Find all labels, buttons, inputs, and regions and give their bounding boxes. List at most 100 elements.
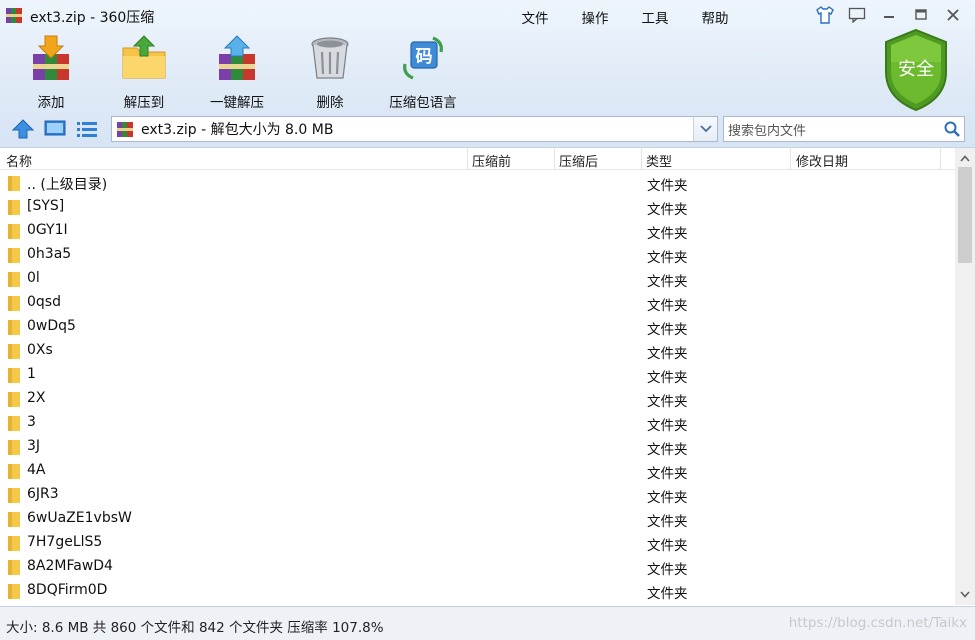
folder-icon bbox=[8, 440, 20, 455]
list-item[interactable]: .. (上级目录) 文件夹 bbox=[0, 171, 955, 195]
list-item[interactable]: 0qsd 文件夹 bbox=[0, 291, 955, 315]
monitor-view-icon bbox=[44, 120, 66, 136]
chevron-down-icon bbox=[960, 591, 970, 598]
list-view-icon bbox=[77, 122, 97, 137]
menu-help[interactable]: 帮助 bbox=[685, 7, 745, 27]
chevron-down-icon bbox=[699, 125, 712, 133]
add-archive-icon bbox=[33, 35, 69, 80]
menu-file[interactable]: 文件 bbox=[505, 7, 565, 27]
list-item[interactable]: 8DQFirm0D 文件夹 bbox=[0, 579, 955, 603]
skin-button[interactable] bbox=[811, 4, 839, 26]
file-name: 0l bbox=[27, 270, 40, 286]
file-type: 文件夹 bbox=[647, 562, 688, 578]
file-name: 3 bbox=[27, 414, 36, 430]
one-click-extract-button[interactable]: 一键解压 bbox=[192, 34, 282, 111]
folder-icon bbox=[8, 320, 20, 335]
file-type: 文件夹 bbox=[647, 442, 688, 458]
column-divider[interactable] bbox=[790, 148, 791, 170]
list-item[interactable]: 2X 文件夹 bbox=[0, 387, 955, 411]
file-name: 1 bbox=[27, 366, 36, 382]
window-title: ext3.zip - 360压缩 bbox=[30, 10, 155, 26]
thumbnail-view-button[interactable] bbox=[42, 118, 68, 140]
close-icon bbox=[947, 9, 959, 21]
minimize-button[interactable] bbox=[875, 4, 903, 26]
list-item[interactable]: 6wUaZE1vbsW 文件夹 bbox=[0, 507, 955, 531]
folder-icon bbox=[8, 584, 20, 599]
folder-icon bbox=[8, 224, 20, 239]
file-type: 文件夹 bbox=[647, 202, 688, 218]
column-divider[interactable] bbox=[467, 148, 468, 170]
list-item[interactable]: 3 文件夹 bbox=[0, 411, 955, 435]
list-view-button[interactable] bbox=[74, 118, 100, 140]
list-item[interactable]: 3J 文件夹 bbox=[0, 435, 955, 459]
file-name: 8A2MFawD4 bbox=[27, 558, 113, 574]
column-divider[interactable] bbox=[554, 148, 555, 170]
list-item[interactable]: 7H7geLlS5 文件夹 bbox=[0, 531, 955, 555]
search-input[interactable]: 搜索包内文件 bbox=[723, 116, 965, 142]
file-type: 文件夹 bbox=[647, 490, 688, 506]
scroll-up-button[interactable] bbox=[955, 150, 975, 167]
watermark-text: https://blog.csdn.net/Taikx bbox=[788, 615, 967, 631]
file-name: [SYS] bbox=[27, 198, 65, 214]
security-shield-icon[interactable]: 安全 bbox=[882, 28, 950, 112]
file-name: 0wDq5 bbox=[27, 318, 76, 334]
menu-tools[interactable]: 工具 bbox=[625, 7, 685, 27]
list-item[interactable]: [SYS] 文件夹 bbox=[0, 195, 955, 219]
archive-language-button[interactable]: 码 压缩包语言 bbox=[378, 34, 468, 111]
delete-label: 删除 bbox=[316, 95, 344, 111]
file-type: 文件夹 bbox=[647, 466, 688, 482]
folder-icon bbox=[8, 368, 20, 383]
add-button[interactable]: 添加 bbox=[6, 34, 96, 111]
file-name: 4A bbox=[27, 462, 46, 478]
list-item[interactable]: 0h3a5 文件夹 bbox=[0, 243, 955, 267]
column-name[interactable]: 名称 bbox=[6, 151, 32, 170]
title-bar: ext3.zip - 360压缩 文件 操作 工具 帮助 bbox=[0, 0, 975, 30]
list-item[interactable]: 0l 文件夹 bbox=[0, 267, 955, 291]
file-type: 文件夹 bbox=[647, 178, 688, 194]
list-item[interactable]: 0GY1I 文件夹 bbox=[0, 219, 955, 243]
close-button[interactable] bbox=[939, 4, 967, 26]
file-type: 文件夹 bbox=[647, 586, 688, 602]
file-name: 0GY1I bbox=[27, 222, 68, 238]
arrow-up-icon bbox=[12, 119, 34, 139]
search-icon[interactable] bbox=[943, 120, 961, 138]
menu-operate[interactable]: 操作 bbox=[565, 7, 625, 27]
trash-icon bbox=[311, 37, 349, 79]
file-name: 7H7geLlS5 bbox=[27, 534, 103, 550]
up-level-button[interactable] bbox=[10, 118, 36, 140]
folder-icon bbox=[8, 488, 20, 503]
status-bar: 大小: 8.6 MB 共 860 个文件和 842 个文件夹 压缩率 107.8… bbox=[0, 606, 975, 640]
list-item[interactable]: 0wDq5 文件夹 bbox=[0, 315, 955, 339]
file-name: 3J bbox=[27, 438, 41, 454]
feedback-button[interactable] bbox=[843, 4, 871, 26]
column-divider[interactable] bbox=[940, 148, 941, 170]
file-type: 文件夹 bbox=[647, 226, 688, 242]
column-size-before[interactable]: 压缩前 bbox=[472, 151, 511, 170]
file-type: 文件夹 bbox=[647, 394, 688, 410]
list-item[interactable]: 0Xs 文件夹 bbox=[0, 339, 955, 363]
list-item[interactable]: 8A2MFawD4 文件夹 bbox=[0, 555, 955, 579]
list-item[interactable]: 4A 文件夹 bbox=[0, 459, 955, 483]
folder-icon bbox=[8, 272, 20, 287]
path-bar[interactable]: ext3.zip - 解包大小为 8.0 MB bbox=[111, 116, 718, 142]
scroll-down-button[interactable] bbox=[955, 586, 975, 603]
folder-icon bbox=[8, 560, 20, 575]
column-type[interactable]: 类型 bbox=[646, 151, 672, 170]
vertical-scrollbar[interactable] bbox=[955, 148, 975, 605]
scrollbar-thumb[interactable] bbox=[958, 167, 972, 263]
delete-button[interactable]: 删除 bbox=[285, 34, 375, 111]
minimize-icon bbox=[884, 16, 894, 18]
path-dropdown-button[interactable] bbox=[693, 117, 717, 141]
file-name: 6wUaZE1vbsW bbox=[27, 510, 132, 526]
extract-to-button[interactable]: 解压到 bbox=[99, 34, 189, 111]
maximize-button[interactable] bbox=[907, 4, 935, 26]
list-item[interactable]: 1 文件夹 bbox=[0, 363, 955, 387]
column-modified[interactable]: 修改日期 bbox=[796, 151, 848, 170]
folder-icon bbox=[8, 296, 20, 311]
file-list-header: 名称 压缩前 压缩后 类型 修改日期 bbox=[0, 148, 955, 170]
folder-icon bbox=[8, 536, 20, 551]
list-item[interactable]: 6JR3 文件夹 bbox=[0, 483, 955, 507]
column-size-after[interactable]: 压缩后 bbox=[559, 151, 598, 170]
column-divider[interactable] bbox=[641, 148, 642, 170]
chevron-up-icon bbox=[960, 155, 970, 162]
